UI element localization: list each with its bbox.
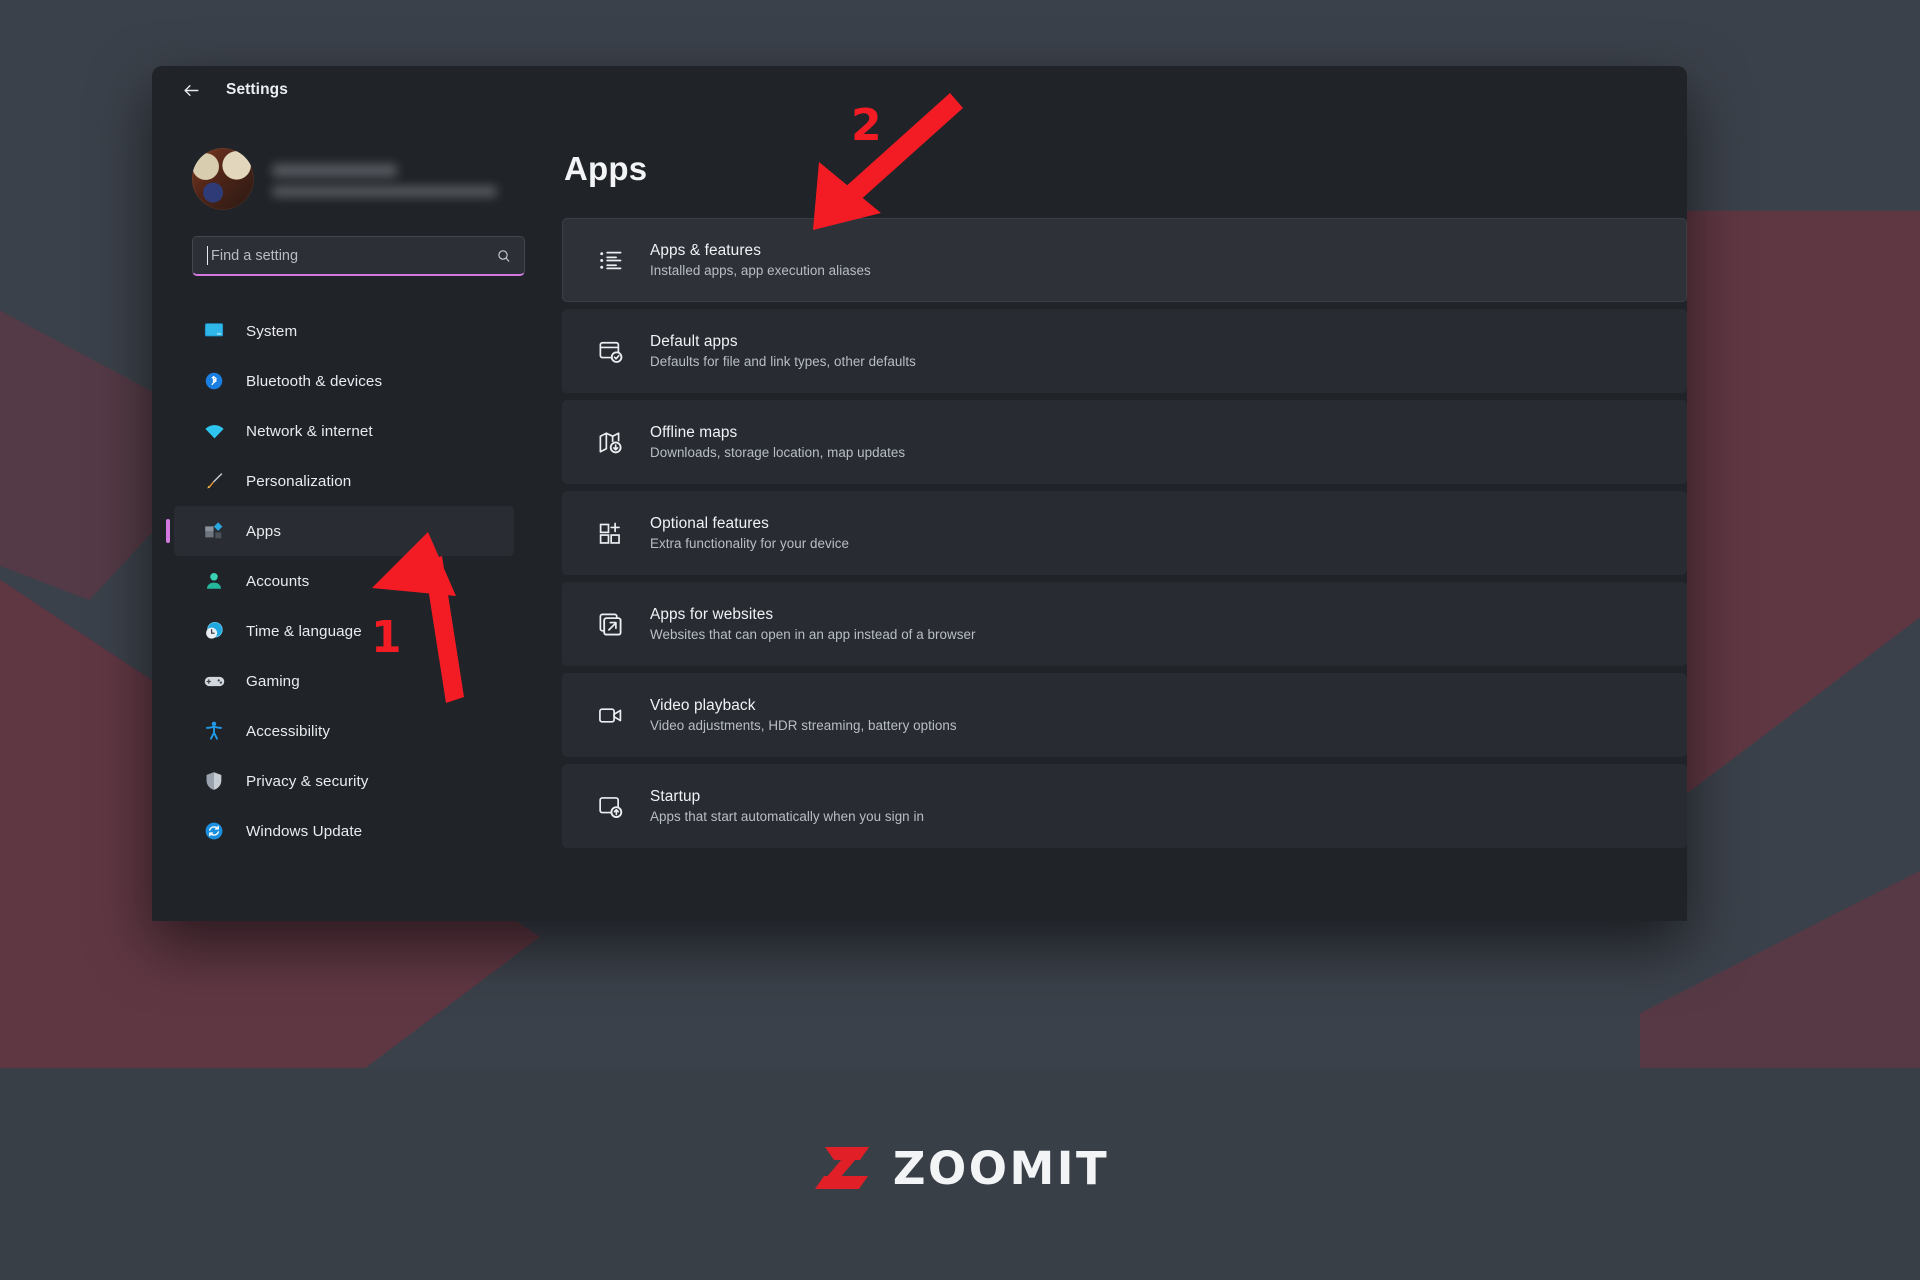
apps-icon — [202, 519, 226, 543]
card-offline-maps[interactable]: Offline maps Downloads, storage location… — [562, 400, 1687, 484]
sidebar-item-label: Accounts — [246, 572, 310, 590]
sidebar: System Bluetooth & devices — [152, 114, 556, 921]
sidebar-item-label: Gaming — [246, 672, 300, 690]
monitor-icon — [202, 319, 226, 343]
card-default-apps[interactable]: Default apps Defaults for file and link … — [562, 309, 1687, 393]
card-apps-for-websites[interactable]: Apps for websites Websites that can open… — [562, 582, 1687, 666]
card-title: Startup — [650, 788, 701, 805]
text-caret — [207, 246, 208, 265]
sidebar-item-apps[interactable]: Apps — [166, 506, 514, 556]
bluetooth-icon — [202, 369, 226, 393]
card-startup[interactable]: Startup Apps that start automatically wh… — [562, 764, 1687, 848]
zoomit-logo-text: ZOOMIT — [892, 1141, 1110, 1195]
sidebar-item-personalization[interactable]: Personalization — [174, 456, 514, 506]
card-text: Apps for websites Websites that can open… — [650, 606, 975, 642]
open-external-icon — [594, 608, 626, 640]
search-box[interactable] — [192, 236, 525, 276]
card-text: Apps & features Installed apps, app exec… — [650, 242, 871, 278]
card-video-playback[interactable]: Video playback Video adjustments, HDR st… — [562, 673, 1687, 757]
card-subtitle: Extra functionality for your device — [650, 536, 849, 551]
card-subtitle: Installed apps, app execution aliases — [650, 263, 871, 278]
card-title: Video playback — [650, 697, 756, 714]
sidebar-item-label: Accessibility — [246, 722, 331, 740]
back-arrow-icon — [183, 84, 199, 96]
card-apps-and-features[interactable]: Apps & features Installed apps, app exec… — [562, 218, 1687, 302]
sidebar-item-time-and-language[interactable]: Time & language — [174, 606, 514, 656]
card-subtitle: Downloads, storage location, map updates — [650, 445, 906, 460]
zoomit-logo-mark — [814, 1147, 869, 1189]
card-subtitle: Defaults for file and link types, other … — [650, 354, 916, 369]
shield-icon — [202, 769, 226, 793]
settings-window: Settings Find a setting System Bluetooth… — [152, 66, 1687, 921]
window-check-icon — [594, 335, 626, 367]
clock-globe-icon — [202, 619, 226, 643]
annotation-label-1: 1 — [371, 612, 402, 663]
user-profile[interactable] — [152, 114, 538, 222]
card-title: Default apps — [650, 333, 738, 350]
card-text: Video playback Video adjustments, HDR st… — [650, 697, 957, 733]
sidebar-item-bluetooth-and-devices[interactable]: Bluetooth & devices — [174, 356, 514, 406]
window-titlebar: Settings — [152, 66, 1687, 114]
sidebar-item-label: Personalization — [246, 472, 352, 490]
card-text: Offline maps Downloads, storage location… — [650, 424, 905, 460]
card-text: Optional features Extra functionality fo… — [650, 515, 849, 551]
search-icon[interactable] — [496, 248, 512, 264]
sidebar-item-label: Privacy & security — [246, 772, 369, 790]
update-refresh-icon — [202, 819, 226, 843]
window-title: Settings — [226, 81, 288, 98]
card-optional-features[interactable]: Optional features Extra functionality fo… — [562, 491, 1687, 575]
sidebar-item-gaming[interactable]: Gaming — [174, 656, 514, 706]
search-area — [152, 222, 538, 276]
card-subtitle: Websites that can open in an app instead… — [650, 627, 976, 642]
grid-plus-icon — [594, 517, 626, 549]
card-title: Apps & features — [650, 242, 762, 259]
window-up-arrow-icon — [594, 790, 626, 822]
annotation-label-2: 2 — [851, 100, 882, 151]
gamepad-icon — [202, 669, 226, 693]
main-content: Apps Apps & features Installed apps, app… — [556, 114, 1687, 921]
sidebar-item-label: Time & language — [246, 622, 362, 640]
sidebar-item-network-and-internet[interactable]: Network & internet — [174, 406, 514, 456]
page-title: Apps — [564, 150, 648, 187]
person-icon — [202, 569, 226, 593]
settings-card-list: Apps & features Installed apps, app exec… — [562, 218, 1687, 848]
sidebar-item-label: Network & internet — [246, 422, 373, 440]
video-camera-icon — [594, 699, 626, 731]
card-text: Default apps Defaults for file and link … — [650, 333, 916, 369]
bulleted-list-icon — [594, 244, 626, 276]
sidebar-item-label: Windows Update — [246, 822, 363, 840]
card-text: Startup Apps that start automatically wh… — [650, 788, 924, 824]
profile-email-redacted — [272, 185, 497, 197]
back-button[interactable] — [174, 73, 208, 107]
profile-text — [272, 162, 497, 197]
sidebar-item-windows-update[interactable]: Windows Update — [174, 806, 514, 856]
sidebar-item-label: Apps — [246, 522, 282, 540]
sidebar-item-system[interactable]: System — [174, 306, 514, 356]
map-download-icon — [594, 426, 626, 458]
search-input[interactable] — [209, 247, 496, 264]
wifi-icon — [202, 419, 226, 443]
card-title: Apps for websites — [650, 606, 774, 623]
profile-name-redacted — [272, 163, 397, 177]
sidebar-nav: System Bluetooth & devices Network & int… — [152, 276, 538, 856]
sidebar-item-privacy-and-security[interactable]: Privacy & security — [174, 756, 514, 806]
card-subtitle: Video adjustments, HDR streaming, batter… — [650, 718, 957, 733]
avatar — [192, 148, 254, 210]
card-title: Offline maps — [650, 424, 738, 441]
sidebar-item-accessibility[interactable]: Accessibility — [174, 706, 514, 756]
card-subtitle: Apps that start automatically when you s… — [650, 809, 924, 824]
accessibility-icon — [202, 719, 226, 743]
zoomit-watermark: ZOOMIT — [0, 1138, 1920, 1198]
paintbrush-icon — [202, 469, 226, 493]
sidebar-item-label: Bluetooth & devices — [246, 372, 383, 390]
card-title: Optional features — [650, 515, 769, 532]
sidebar-item-accounts[interactable]: Accounts — [174, 556, 514, 606]
sidebar-item-label: System — [246, 322, 298, 340]
